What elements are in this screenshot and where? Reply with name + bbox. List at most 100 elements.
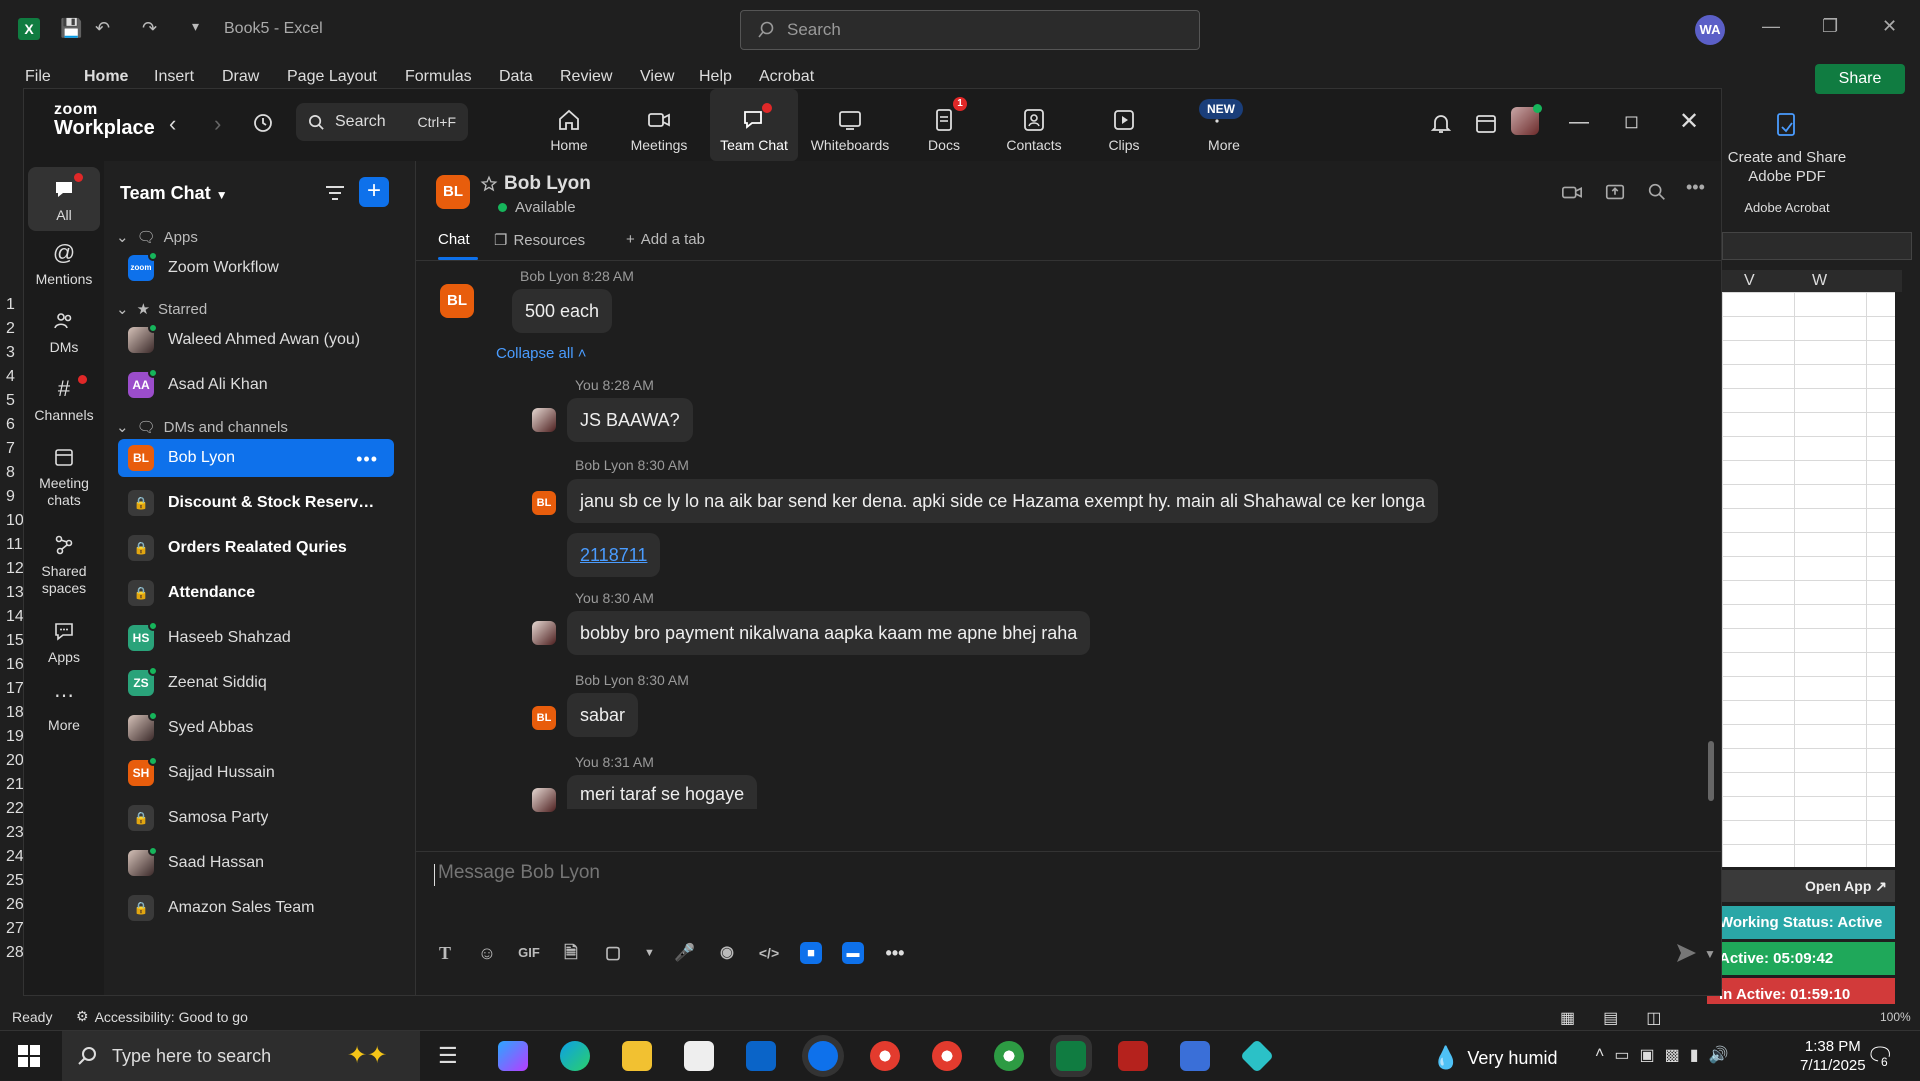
collapse-all-link[interactable]: Collapse all ˄ bbox=[496, 345, 586, 362]
zoom-app-icon[interactable] bbox=[808, 1041, 838, 1071]
menu-insert[interactable]: Insert bbox=[154, 68, 194, 86]
microsoft-store-icon[interactable] bbox=[684, 1041, 714, 1071]
excel-minimize-icon[interactable]: — bbox=[1762, 16, 1780, 37]
message-bubble[interactable]: sabar bbox=[567, 693, 639, 737]
profile-avatar[interactable] bbox=[1511, 104, 1542, 135]
tab-clips[interactable]: Clips bbox=[1084, 89, 1164, 161]
chat-list-title[interactable]: Team Chat ▼ bbox=[120, 183, 228, 204]
tab-resources[interactable]: ❐ Resources bbox=[494, 231, 585, 250]
menu-view[interactable]: View bbox=[640, 68, 674, 86]
edge-browser-icon[interactable] bbox=[560, 1041, 590, 1071]
chrome-profile-icon[interactable] bbox=[932, 1041, 962, 1071]
screen-share-icon[interactable] bbox=[1604, 181, 1626, 203]
list-item[interactable]: zoom Zoom Workflow bbox=[118, 249, 394, 287]
send-button[interactable]: ▼ bbox=[1674, 940, 1716, 966]
menu-page-layout[interactable]: Page Layout bbox=[287, 68, 377, 86]
customize-quick-access-icon[interactable]: ▾ bbox=[192, 18, 199, 35]
rail-dms[interactable]: DMs bbox=[28, 309, 100, 356]
filezilla-icon[interactable] bbox=[1118, 1041, 1148, 1071]
tab-whiteboards[interactable]: Whiteboards bbox=[800, 89, 900, 161]
accessibility-status[interactable]: ⚙ Accessibility: Good to go bbox=[76, 1008, 248, 1025]
contact-avatar[interactable]: BL bbox=[436, 175, 470, 209]
forward-arrow-icon[interactable]: › bbox=[214, 111, 221, 137]
filter-icon[interactable] bbox=[324, 183, 346, 203]
list-item[interactable]: 🔒 Attendance bbox=[118, 574, 394, 612]
list-item[interactable]: Syed Abbas bbox=[118, 709, 394, 747]
tab-meetings[interactable]: Meetings bbox=[614, 89, 704, 161]
emoji-icon[interactable]: ☺ bbox=[476, 942, 498, 964]
excel-search-box[interactable]: Search bbox=[740, 10, 1200, 50]
rail-meeting-chats[interactable]: Meeting chats bbox=[28, 445, 100, 509]
redo-icon[interactable]: ↷ bbox=[142, 18, 157, 39]
excel-close-icon[interactable]: ✕ bbox=[1882, 16, 1897, 37]
file-icon[interactable]: 🗎 bbox=[560, 942, 582, 964]
history-icon[interactable] bbox=[252, 112, 274, 134]
list-item-bob-lyon[interactable]: BL Bob Lyon ••• bbox=[118, 439, 394, 477]
tab-chat[interactable]: Chat bbox=[438, 231, 470, 248]
meet-now-icon[interactable]: ▣ bbox=[1639, 1045, 1654, 1065]
zoom-minimize-icon[interactable]: — bbox=[1569, 111, 1589, 134]
video-message-icon[interactable]: ◉ bbox=[716, 942, 738, 964]
zoom-search-button[interactable]: Search Ctrl+F bbox=[296, 103, 468, 141]
zoom-close-icon[interactable]: ✕ bbox=[1679, 107, 1699, 136]
open-app-button[interactable]: Open App ↗ bbox=[1722, 870, 1895, 902]
excel-account-avatar[interactable]: WA bbox=[1695, 15, 1725, 45]
new-chat-button[interactable]: + bbox=[359, 177, 389, 207]
menu-draw[interactable]: Draw bbox=[222, 68, 259, 86]
list-item[interactable]: ZS Zeenat Siddiq bbox=[118, 664, 394, 702]
rail-more[interactable]: ⋯ More bbox=[28, 686, 100, 734]
list-item[interactable]: Saad Hassan bbox=[118, 844, 394, 882]
chevron-up-icon[interactable]: ˄ bbox=[1595, 1045, 1604, 1065]
rail-shared-spaces[interactable]: Shared spaces bbox=[28, 533, 100, 597]
notification-center[interactable]: 🗨 6 bbox=[1866, 1043, 1894, 1069]
file-explorer-icon[interactable] bbox=[622, 1041, 652, 1071]
tab-docs[interactable]: 1 Docs bbox=[904, 89, 984, 161]
tab-add[interactable]: + Add a tab bbox=[626, 231, 705, 248]
calculator-icon[interactable] bbox=[1180, 1041, 1210, 1071]
chrome-icon[interactable] bbox=[870, 1041, 900, 1071]
rail-all[interactable]: All bbox=[28, 167, 100, 231]
tab-home[interactable]: Home bbox=[524, 89, 614, 161]
rail-apps[interactable]: Apps bbox=[28, 619, 100, 666]
text-format-icon[interactable]: T bbox=[434, 942, 456, 964]
menu-formulas[interactable]: Formulas bbox=[405, 68, 472, 86]
rail-channels[interactable]: # Channels bbox=[28, 375, 100, 424]
clock[interactable]: 1:38 PM 7/11/2025 bbox=[1800, 1037, 1866, 1075]
page-break-view-icon[interactable]: ◫ bbox=[1646, 1008, 1661, 1028]
formula-bar[interactable] bbox=[1722, 232, 1912, 260]
save-icon[interactable]: 💾 bbox=[60, 18, 82, 39]
undo-icon[interactable]: ↶ bbox=[95, 18, 110, 39]
whiteboard-share-icon[interactable]: ▬ bbox=[842, 942, 864, 964]
column-header[interactable]: V bbox=[1744, 272, 1755, 290]
calendar-icon[interactable] bbox=[1474, 111, 1498, 135]
list-item[interactable]: 🔒 Samosa Party bbox=[118, 799, 394, 837]
section-apps[interactable]: ⌄ 🗨 Apps bbox=[116, 225, 198, 249]
task-view-icon[interactable]: ☰ bbox=[438, 1041, 468, 1071]
message-bubble[interactable]: bobby bro payment nikalwana aapka kaam m… bbox=[567, 611, 1091, 655]
tab-team-chat[interactable]: Team Chat bbox=[710, 89, 798, 161]
menu-file[interactable]: File bbox=[25, 68, 51, 86]
zoom-level[interactable]: 100% bbox=[1880, 1010, 1911, 1024]
page-layout-view-icon[interactable]: ▤ bbox=[1603, 1008, 1618, 1028]
more-options-icon[interactable]: ••• bbox=[1686, 177, 1705, 198]
screenshot-icon[interactable]: ▢ bbox=[602, 942, 624, 964]
list-item[interactable]: SH Sajjad Hussain bbox=[118, 754, 394, 792]
more-tools-icon[interactable]: ••• bbox=[884, 942, 906, 964]
message-scrollbar[interactable] bbox=[1708, 741, 1714, 801]
chrome-alt-icon[interactable] bbox=[994, 1041, 1024, 1071]
normal-view-icon[interactable]: ▦ bbox=[1560, 1008, 1575, 1028]
tab-contacts[interactable]: Contacts bbox=[984, 89, 1084, 161]
menu-help[interactable]: Help bbox=[699, 68, 732, 86]
excel-app-icon[interactable] bbox=[1056, 1041, 1086, 1071]
outlook-icon[interactable] bbox=[746, 1041, 776, 1071]
display-icon[interactable]: ▩ bbox=[1665, 1045, 1680, 1065]
zoom-maximize-icon[interactable]: ◻ bbox=[1624, 111, 1639, 132]
message-bubble[interactable]: janu sb ce ly lo na aik bar send ker den… bbox=[567, 479, 1439, 523]
menu-review[interactable]: Review bbox=[560, 68, 612, 86]
section-dms-channels[interactable]: ⌄ 🗨 DMs and channels bbox=[116, 415, 288, 439]
list-item[interactable]: Waleed Ahmed Awan (you) bbox=[118, 321, 394, 359]
star-icon[interactable] bbox=[480, 175, 498, 193]
menu-home[interactable]: Home bbox=[84, 68, 128, 86]
windows-start-icon[interactable] bbox=[18, 1045, 40, 1067]
microphone-icon[interactable]: 🎤 bbox=[674, 942, 696, 964]
